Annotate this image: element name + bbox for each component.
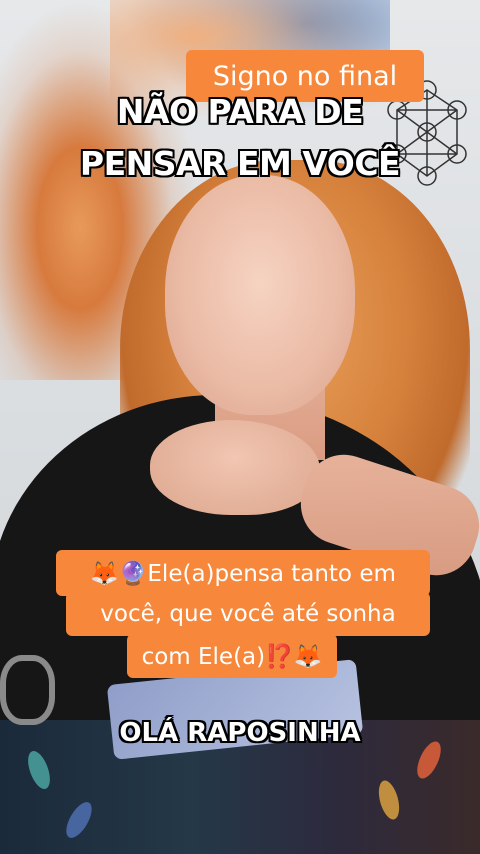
headline-line-1: NÃO PARA DE [116,92,364,131]
hand [150,420,320,515]
caption-bubble-line-3: com Ele(a)⁉️🦊 [127,634,337,678]
face [165,175,355,415]
caption-bubble-line-1: 🦊🔮Ele(a)pensa tanto em [56,550,430,596]
caption-bubble-line-2: você, que você até sonha [66,592,430,636]
bracelet [0,655,55,725]
headline-line-2: PENSAR EM VOCÊ [79,144,401,183]
footer-caption: OLÁ RAPOSINHA [119,718,361,748]
